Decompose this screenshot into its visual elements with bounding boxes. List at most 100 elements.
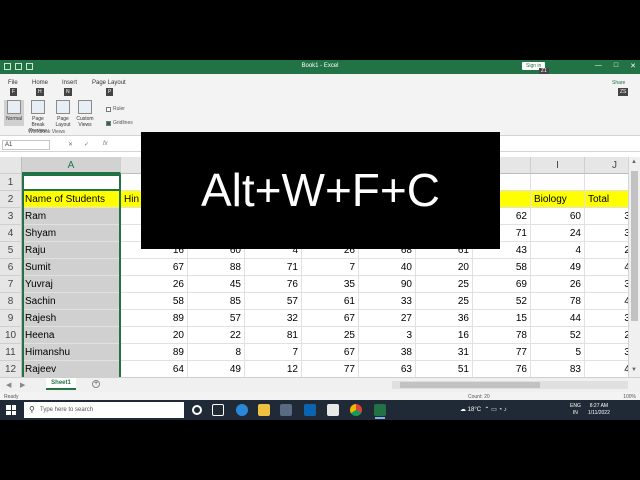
row-header[interactable]: 2 [0, 191, 22, 208]
cell[interactable]: 26 [121, 276, 188, 293]
taskbar-search-box[interactable]: ⚲ Type here to search [24, 402, 184, 418]
cell[interactable]: 36 [416, 310, 473, 327]
camtasia-icon[interactable] [327, 404, 339, 416]
select-all-corner[interactable] [0, 157, 22, 174]
cell[interactable]: 27 [359, 310, 416, 327]
cell[interactable]: 45 [188, 276, 245, 293]
windows-start-icon[interactable] [6, 405, 16, 415]
row-header[interactable]: 10 [0, 327, 22, 344]
row-header[interactable]: 11 [0, 344, 22, 361]
cell[interactable]: 22 [188, 327, 245, 344]
close-icon[interactable]: ✕ [630, 62, 636, 70]
cell[interactable]: 31 [416, 344, 473, 361]
add-sheet-button[interactable]: + [92, 380, 100, 388]
cell[interactable]: Ram [22, 208, 121, 225]
cell[interactable]: 78 [531, 293, 585, 310]
cell[interactable]: 49 [531, 259, 585, 276]
row-header[interactable]: 7 [0, 276, 22, 293]
normal-view-button[interactable]: Normal [4, 100, 24, 126]
cell[interactable]: 20 [121, 327, 188, 344]
name-box[interactable]: A1 [2, 140, 50, 150]
cell[interactable]: 81 [245, 327, 302, 344]
cell[interactable]: 297 [585, 327, 628, 344]
cell[interactable]: 7 [245, 344, 302, 361]
cell[interactable]: 64 [121, 361, 188, 377]
cell[interactable]: 38 [359, 344, 416, 361]
scroll-down-icon[interactable]: ▼ [631, 367, 637, 373]
row-header[interactable]: 8 [0, 293, 22, 310]
gridlines-checkbox[interactable]: Gridlines [106, 120, 133, 126]
cell[interactable]: 26 [531, 276, 585, 293]
cell[interactable]: Himanshu [22, 344, 121, 361]
cell[interactable]: 32 [245, 310, 302, 327]
chrome-icon[interactable] [350, 404, 362, 416]
row-header[interactable]: 1 [0, 174, 22, 191]
cell[interactable]: 282 [585, 242, 628, 259]
cell[interactable]: 24 [531, 225, 585, 242]
cell[interactable]: 60 [531, 208, 585, 225]
cell[interactable]: 77 [473, 344, 531, 361]
taskbar-clock[interactable]: 8:27 AM 1/11/2022 [588, 403, 610, 417]
cell[interactable]: 51 [416, 361, 473, 377]
cell[interactable]: 57 [188, 310, 245, 327]
prev-sheet-icon[interactable]: ◀ [6, 381, 11, 389]
cell[interactable]: 5 [531, 344, 585, 361]
edge-browser-icon[interactable] [236, 404, 248, 416]
cell[interactable]: 89 [121, 344, 188, 361]
horizontal-scroll-thumb[interactable] [400, 382, 540, 388]
cell[interactable]: 69 [473, 276, 531, 293]
cell[interactable]: Name of Students [22, 191, 121, 208]
cell[interactable]: Biology [531, 191, 585, 208]
tab-page-layout[interactable]: Page Layout [92, 80, 126, 86]
excel-taskbar-icon[interactable] [374, 404, 386, 419]
cell[interactable]: 52 [531, 327, 585, 344]
ruler-checkbox[interactable]: Ruler [106, 106, 125, 112]
cell[interactable] [531, 174, 585, 191]
cell[interactable]: 322 [585, 344, 628, 361]
row-header[interactable]: 12 [0, 361, 22, 377]
cell[interactable]: 475 [585, 361, 628, 377]
cell[interactable]: 61 [302, 293, 359, 310]
cell[interactable]: 58 [473, 259, 531, 276]
cell[interactable]: 33 [359, 293, 416, 310]
cell[interactable]: 78 [473, 327, 531, 344]
language-indicator[interactable]: ENG IN [570, 403, 581, 417]
vertical-scrollbar[interactable]: ▲ ▼ [628, 157, 640, 377]
cell[interactable]: 35 [302, 276, 359, 293]
minimize-icon[interactable]: — [595, 62, 602, 70]
cell[interactable]: 4 [531, 242, 585, 259]
column-header[interactable]: J [585, 157, 628, 174]
page-break-preview-button[interactable]: Page Break Preview [26, 100, 50, 134]
active-cell-a1[interactable] [22, 174, 121, 191]
cell[interactable]: 25 [416, 293, 473, 310]
cell[interactable]: Yuvraj [22, 276, 121, 293]
cell[interactable]: 76 [245, 276, 302, 293]
cell[interactable]: Total [585, 191, 628, 208]
tab-insert[interactable]: Insert [62, 80, 77, 86]
row-header[interactable]: 4 [0, 225, 22, 242]
cell[interactable]: 89 [121, 310, 188, 327]
cell[interactable]: Raju [22, 242, 121, 259]
enter-icon[interactable]: ✓ [84, 141, 89, 148]
column-header[interactable]: A [22, 157, 121, 174]
file-explorer-icon[interactable] [258, 404, 270, 416]
cell[interactable]: 8 [188, 344, 245, 361]
cell[interactable]: 67 [302, 344, 359, 361]
row-header[interactable]: 6 [0, 259, 22, 276]
cell[interactable]: 90 [359, 276, 416, 293]
cell[interactable]: 343 [585, 225, 628, 242]
cell[interactable]: 3 [359, 327, 416, 344]
sheet-tab-sheet1[interactable]: Sheet1 [46, 378, 76, 390]
page-layout-button[interactable]: Page Layout [53, 100, 73, 128]
tab-file[interactable]: File [8, 80, 18, 86]
cell[interactable]: 400 [585, 259, 628, 276]
row-header[interactable]: 5 [0, 242, 22, 259]
next-sheet-icon[interactable]: ▶ [20, 381, 25, 389]
cell[interactable]: 12 [245, 361, 302, 377]
horizontal-scrollbar[interactable] [392, 381, 628, 389]
restore-icon[interactable]: □ [614, 62, 618, 70]
store-icon[interactable] [280, 404, 292, 416]
cell[interactable]: 49 [188, 361, 245, 377]
cell[interactable]: 44 [531, 310, 585, 327]
column-header[interactable]: I [531, 157, 585, 174]
